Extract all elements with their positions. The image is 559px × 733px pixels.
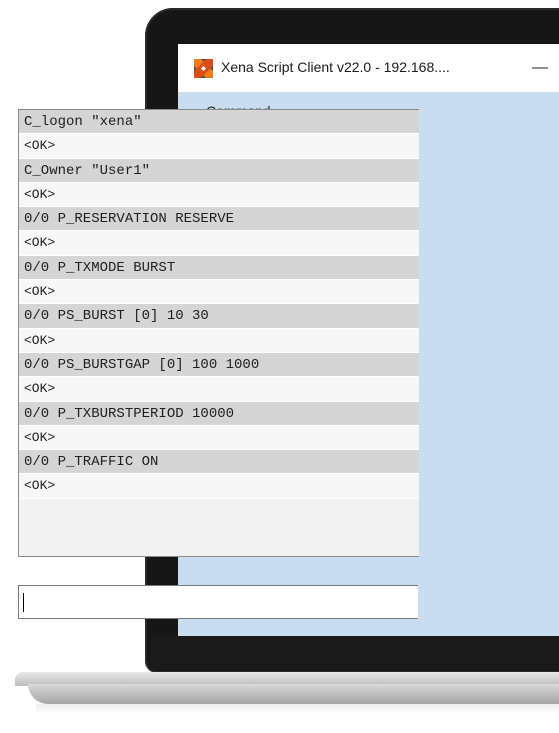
- minimize-button[interactable]: —: [528, 55, 552, 81]
- console-response-line: <OK>: [19, 182, 419, 208]
- console-response-line: <OK>: [19, 280, 419, 305]
- console-response-line: <OK>: [19, 377, 419, 402]
- console-command-line: 0/0 P_TXMODE BURST: [19, 255, 419, 281]
- console-response-line: <OK>: [19, 231, 419, 256]
- console-command-line: 0/0 P_TXBURSTPERIOD 10000: [19, 401, 419, 426]
- console-command-line: C_Owner "User1": [19, 158, 419, 183]
- window-title: Xena Script Client v22.0 - 192.168....: [221, 59, 450, 75]
- title-bar: Xena Script Client v22.0 - 192.168.... —: [178, 44, 559, 92]
- console-command-line: 0/0 PS_BURSTGAP [0] 100 1000: [19, 352, 419, 378]
- console-command-line: 0/0 P_RESERVATION RESERVE: [19, 207, 419, 232]
- console-output[interactable]: C_logon "xena" <OK> C_Owner "User1" <OK> 0/0…: [18, 109, 419, 557]
- console-command-line: 0/0 PS_BURST [0] 10 30: [19, 304, 419, 329]
- laptop-base-reflection: [36, 704, 559, 714]
- console-response-line: <OK>: [19, 474, 419, 499]
- command-input[interactable]: [18, 585, 418, 619]
- console-response-line: <OK>: [19, 134, 419, 159]
- text-caret: [23, 593, 24, 612]
- console-response-line: <OK>: [19, 425, 419, 451]
- laptop-bezel-bottom: [150, 636, 559, 670]
- console-response-line: <OK>: [19, 328, 419, 353]
- console-command-line: 0/0 P_TRAFFIC ON: [19, 450, 419, 475]
- laptop-base: [28, 684, 559, 704]
- xena-logo-icon: [194, 59, 213, 78]
- console-command-line: C_logon "xena": [19, 110, 419, 135]
